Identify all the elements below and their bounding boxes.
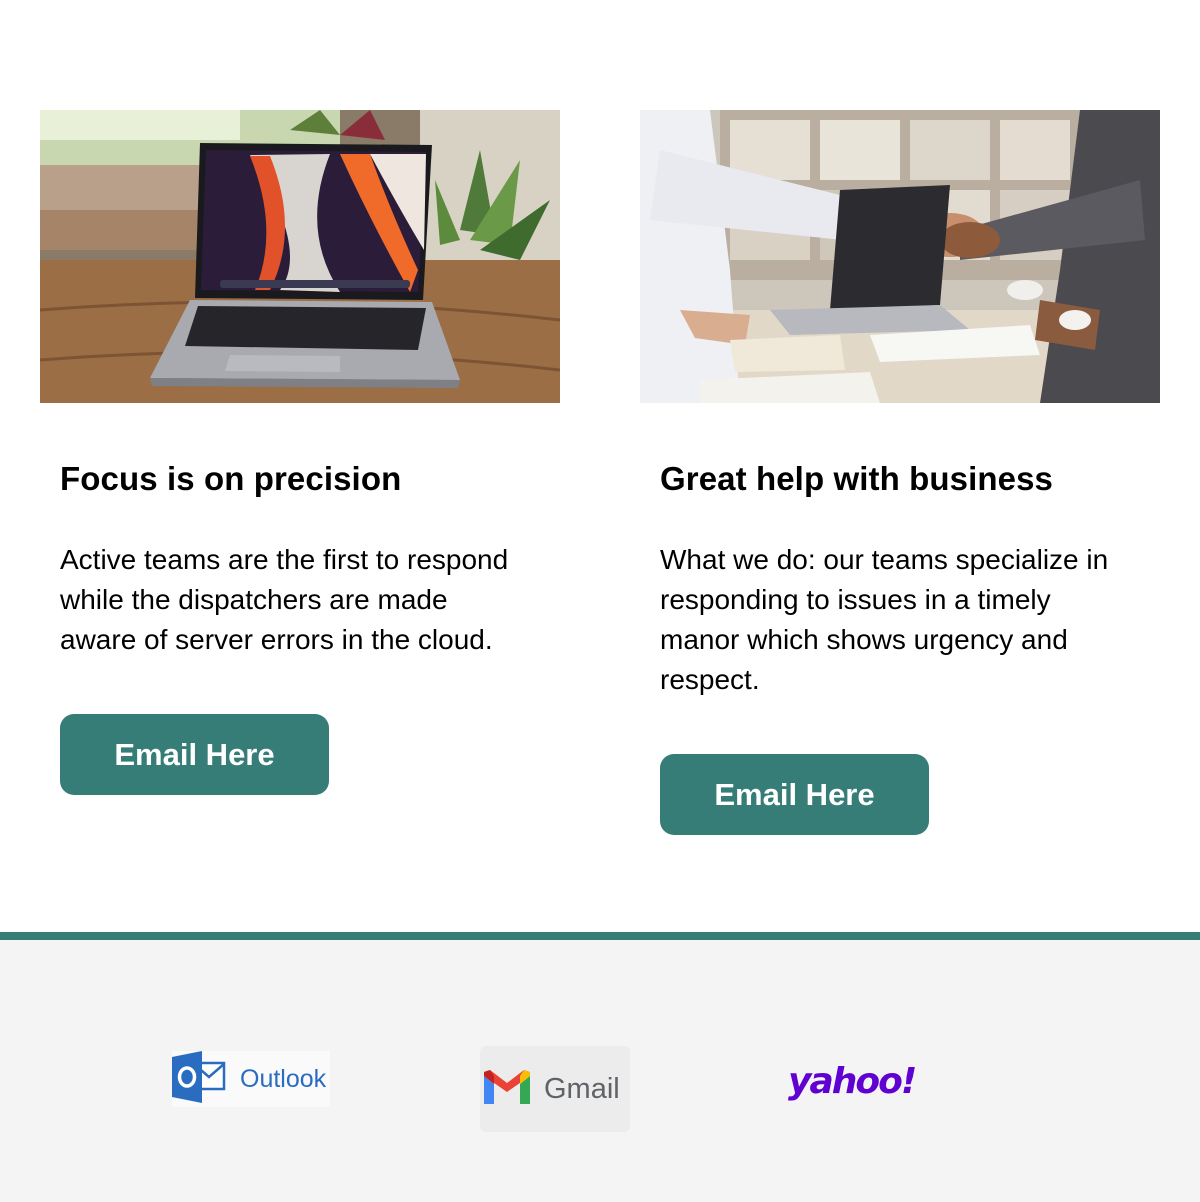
card-title: Great help with business [660, 460, 1053, 497]
card-description: Active teams are the first to respond wh… [60, 544, 509, 655]
card-body: Focus is on precision Active teams are t… [40, 403, 560, 795]
feature-card-precision: Focus is on precision Active teams are t… [40, 110, 560, 795]
card-title: Focus is on precision [60, 460, 402, 497]
email-here-button[interactable]: Email Here [60, 714, 329, 795]
footer-email-providers: Outlook Gmail yahoo! [0, 932, 1200, 1202]
outlook-icon [172, 1050, 226, 1108]
yahoo-link[interactable]: yahoo! [788, 1056, 920, 1106]
email-here-button[interactable]: Email Here [660, 754, 929, 835]
card-body: Great help with business What we do: our… [640, 403, 1160, 835]
outlook-label: Outlook [240, 1064, 327, 1093]
gmail-label: Gmail [544, 1072, 620, 1105]
outlook-link[interactable]: Outlook [172, 1050, 330, 1108]
feature-card-business: Great help with business What we do: our… [640, 110, 1160, 835]
yahoo-logo: yahoo! [788, 1060, 917, 1102]
card-description: What we do: our teams specialize in resp… [660, 544, 1109, 695]
laptop-photo [40, 110, 560, 403]
gmail-link[interactable]: Gmail [480, 1046, 630, 1132]
gmail-icon [484, 1069, 530, 1109]
handshake-photo [640, 110, 1160, 403]
email-template: Focus is on precision Active teams are t… [0, 0, 1200, 1202]
